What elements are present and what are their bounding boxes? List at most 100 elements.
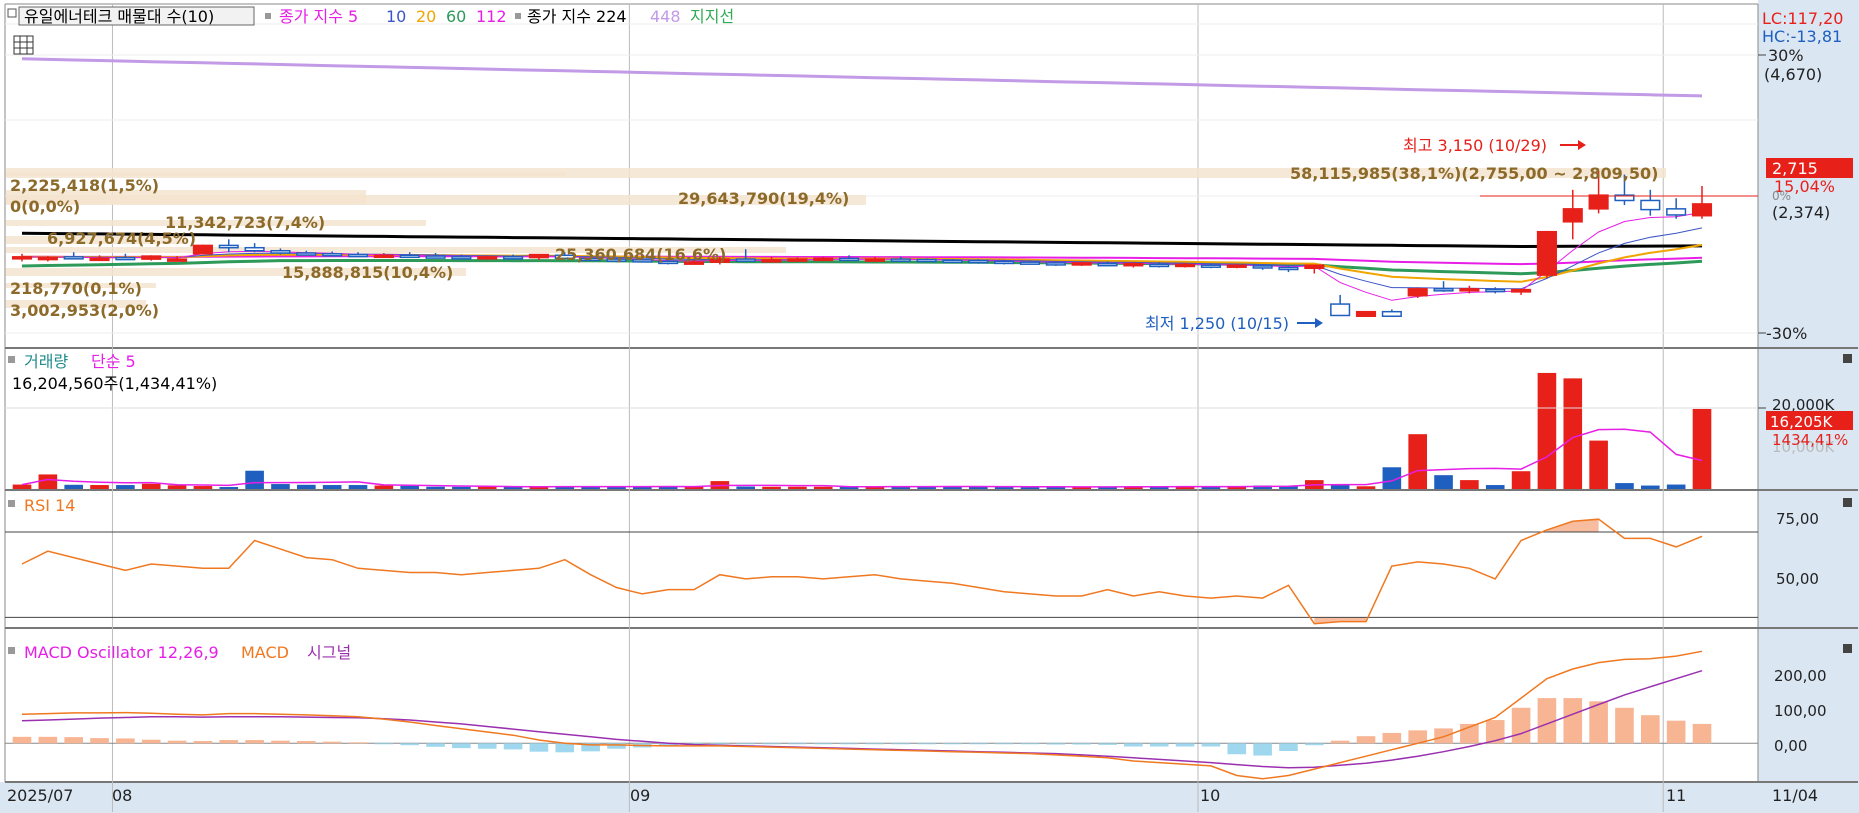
- volume-title: 거래량: [24, 352, 68, 371]
- macd-osc-bar-27: [710, 743, 730, 745]
- candle-body-48: [1252, 265, 1273, 269]
- date-label-09: 09: [630, 786, 650, 805]
- volume-bar-7: [193, 486, 213, 489]
- volume-bar-28: [736, 486, 755, 489]
- candle-body-12: [322, 253, 343, 257]
- candle-body-38: [994, 260, 1015, 265]
- date-label-08: 08: [112, 786, 132, 805]
- macd-osc-bar-65: [1692, 723, 1712, 744]
- candle-body-35: [916, 258, 937, 263]
- macd-osc-bar-6: [167, 740, 187, 744]
- candle-body-15: [399, 254, 420, 259]
- volume-bar-10: [271, 484, 290, 489]
- macd-osc-bar-51: [1330, 740, 1350, 744]
- volume-bar-3: [90, 485, 109, 489]
- candle-body-2: [63, 256, 84, 260]
- volume-bar-29: [762, 486, 781, 489]
- legend-ma448: 448: [650, 7, 681, 26]
- date-label-right: 11/04: [1772, 786, 1818, 805]
- macd-osc-bar-46: [1201, 743, 1221, 747]
- volume-last: 16,205K: [1770, 413, 1833, 431]
- candle-body-39: [1019, 261, 1041, 265]
- macd-osc-bar-23: [607, 743, 626, 749]
- candle-body-44: [1149, 263, 1170, 268]
- volume-toggle-icon[interactable]: [8, 356, 15, 363]
- legend-ma10: 10: [386, 7, 406, 26]
- candle-body-10: [270, 249, 291, 254]
- stock-chart[interactable]: 2,225,418(1,5%)0(0,0%)6,927,674(4,5%)11,…: [0, 0, 1859, 813]
- candle-body-41: [1071, 262, 1092, 266]
- macd-osc-bar-62: [1615, 707, 1634, 744]
- candle-body-29: [761, 259, 782, 263]
- macd-osc-label: MACD Oscillator 12,26,9: [24, 643, 219, 662]
- legend-bullet-icon: [265, 13, 271, 19]
- candle-body-57: [1485, 288, 1506, 293]
- candle-body-8: [218, 244, 239, 249]
- macd-osc-bar-14: [374, 743, 394, 745]
- base-price: (2,374): [1772, 203, 1830, 222]
- candle-body-14: [373, 254, 394, 259]
- volume-bar-0: [12, 484, 32, 489]
- macd-osc-bar-15: [400, 743, 419, 746]
- macd-osc-bar-52: [1356, 736, 1376, 744]
- macd-osc-bar-3: [90, 738, 109, 744]
- volume-bar-56: [1460, 480, 1479, 489]
- zero-pct: 0%: [1772, 189, 1791, 203]
- volume-bar-62: [1615, 483, 1634, 489]
- table-icon[interactable]: [13, 35, 34, 55]
- legend-ma5: 종가 지수 5: [279, 7, 358, 26]
- volume-profile-label-5: 58,115,985(38,1%)(2,755,00 ~ 2,809,50): [1290, 164, 1658, 183]
- volume-profile-label-1: 0(0,0%): [10, 197, 80, 216]
- candle-body-16: [425, 255, 446, 259]
- macd-osc-bar-60: [1563, 698, 1583, 744]
- date-label-10: 10: [1200, 786, 1220, 805]
- candle-body-65: [1691, 203, 1713, 217]
- macd-osc-bar-34: [891, 743, 911, 745]
- candle-body-20: [528, 253, 549, 259]
- macd-osc-bar-47: [1227, 743, 1247, 755]
- volume-close-icon[interactable]: [1843, 354, 1852, 363]
- volume-bar-13: [348, 485, 368, 489]
- volume-bar-6: [167, 485, 187, 489]
- macd-osc-bar-39: [1020, 743, 1040, 745]
- volume-bar-52: [1356, 486, 1376, 489]
- macd-osc-bar-43: [1124, 743, 1143, 747]
- macd-osc-bar-1: [38, 736, 58, 744]
- volume-bar-15: [400, 485, 419, 489]
- volume-bar-30: [788, 486, 807, 489]
- macd-osc-bar-50: [1305, 743, 1324, 746]
- candle-body-0: [11, 256, 33, 260]
- candle-body-9: [244, 246, 265, 252]
- macd-osc-bar-29: [762, 743, 781, 745]
- high-marker-label: 최고 3,150 (10/29): [1403, 136, 1547, 155]
- rsi-toggle-icon[interactable]: [8, 500, 15, 507]
- candle-body-52: [1355, 310, 1377, 317]
- volume-bar-14: [374, 485, 394, 489]
- rsi-close-icon[interactable]: [1843, 498, 1852, 507]
- legend-support: 지지선: [690, 7, 734, 26]
- macd-close-icon[interactable]: [1843, 644, 1852, 653]
- legend-toggle-icon[interactable]: [7, 8, 17, 18]
- volume-summary: 16,204,560주(1,434,41%): [12, 374, 217, 393]
- last-price: 2,715: [1772, 159, 1818, 178]
- volume-profile-label-3: 11,342,723(7,4%): [165, 213, 325, 232]
- macd-toggle-icon[interactable]: [8, 647, 15, 654]
- macd-osc-bar-35: [917, 743, 936, 745]
- macd-osc-bar-31: [813, 743, 833, 745]
- macd-osc-bar-19: [503, 743, 523, 750]
- volume-bar-51: [1330, 485, 1350, 489]
- macd-osc-bar-44: [1149, 743, 1169, 747]
- price-top-pct: 30%: [1768, 46, 1804, 65]
- volume-bar-63: [1641, 485, 1660, 489]
- candle-body-49: [1278, 266, 1299, 271]
- volume-bar-55: [1434, 475, 1453, 489]
- volume-bar-5: [141, 483, 161, 489]
- candle-body-40: [1045, 262, 1066, 266]
- date-axis-background: [0, 782, 1859, 813]
- volume-bar-16: [426, 486, 445, 489]
- macd-osc-bar-57: [1485, 720, 1505, 744]
- volume-bar-65: [1692, 408, 1712, 489]
- legend-title: 유일에너테크 매물대 수(10): [24, 7, 214, 26]
- candle-body-5: [141, 255, 162, 260]
- candle-body-55: [1433, 288, 1454, 292]
